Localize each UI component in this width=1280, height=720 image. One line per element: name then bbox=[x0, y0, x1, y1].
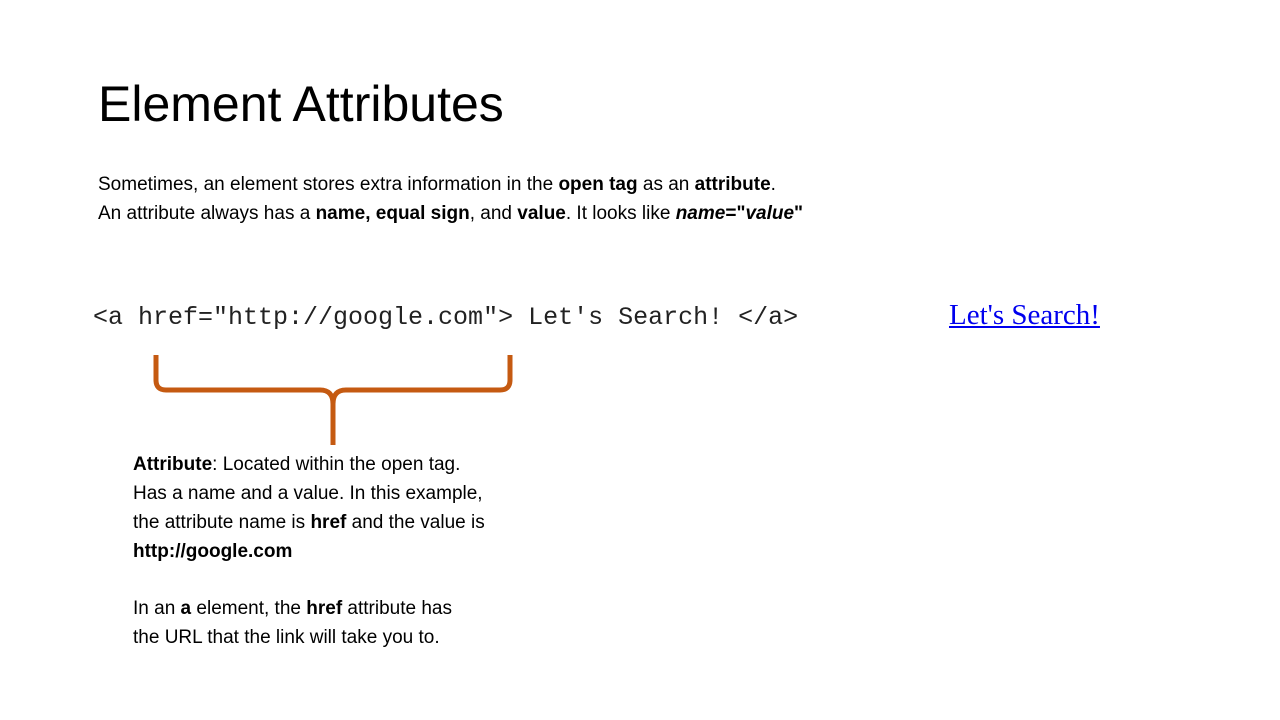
intro-attribute-term: attribute bbox=[694, 174, 771, 195]
note-line-5-text-3: attribute has bbox=[342, 598, 452, 619]
note-line-5-text-1: In an bbox=[133, 598, 181, 619]
rendered-link-demo[interactable]: Let's Search! bbox=[949, 297, 1100, 333]
slide-title: Element Attributes bbox=[98, 76, 504, 132]
syntax-value: value bbox=[745, 203, 795, 224]
intro-line-2: An attribute always has a name, equal si… bbox=[98, 199, 803, 228]
attribute-explanation: Attribute: Located within the open tag. … bbox=[133, 450, 485, 652]
slide: Element Attributes Sometimes, an element… bbox=[0, 0, 1280, 720]
note-line-3-text-2: and the value is bbox=[346, 512, 485, 533]
intro-open-tag-term: open tag bbox=[558, 174, 638, 195]
note-line-5: In an a element, the href attribute has bbox=[133, 594, 485, 623]
intro-line-2-text-1: An attribute always has a bbox=[98, 203, 316, 224]
intro-line-1-text-1: Sometimes, an element stores extra infor… bbox=[98, 174, 559, 195]
intro-line-1: Sometimes, an element stores extra infor… bbox=[98, 170, 803, 199]
intro-text: Sometimes, an element stores extra infor… bbox=[98, 170, 803, 228]
intro-line-1-text-3: . bbox=[770, 174, 776, 195]
syntax-close-quote: " bbox=[794, 203, 804, 224]
note-line-6: the URL that the link will take you to. bbox=[133, 627, 440, 648]
syntax-equals-quote: =" bbox=[725, 203, 746, 224]
syntax-name: name bbox=[675, 203, 726, 224]
brace-path bbox=[153, 355, 513, 445]
note-href-term-2: href bbox=[306, 598, 343, 619]
note-line-1: Attribute: Located within the open tag. bbox=[133, 450, 485, 479]
note-line-5-text-2: element, the bbox=[191, 598, 307, 619]
note-href-term: href bbox=[310, 512, 347, 533]
intro-line-2-text-2: , and bbox=[469, 203, 518, 224]
intro-name-equal-term: name, equal sign bbox=[315, 203, 470, 224]
note-url-value: http://google.com bbox=[133, 541, 293, 562]
note-line-4: http://google.com bbox=[133, 537, 485, 566]
intro-value-term: value bbox=[517, 203, 566, 224]
note-a-term: a bbox=[180, 598, 192, 619]
note-line-1-rest: : Located within the open tag. bbox=[212, 454, 461, 475]
intro-line-2-text-3: . It looks like bbox=[565, 203, 676, 224]
note-line-3: the attribute name is href and the value… bbox=[133, 508, 485, 537]
note-line-3-text-1: the attribute name is bbox=[133, 512, 311, 533]
curly-brace-icon bbox=[153, 355, 513, 445]
code-example: <a href="http://google.com"> Let's Searc… bbox=[93, 303, 799, 332]
note-attribute-term: Attribute bbox=[133, 454, 213, 475]
intro-line-1-text-2: as an bbox=[637, 174, 695, 195]
note-line-2: Has a name and a value. In this example, bbox=[133, 483, 483, 504]
